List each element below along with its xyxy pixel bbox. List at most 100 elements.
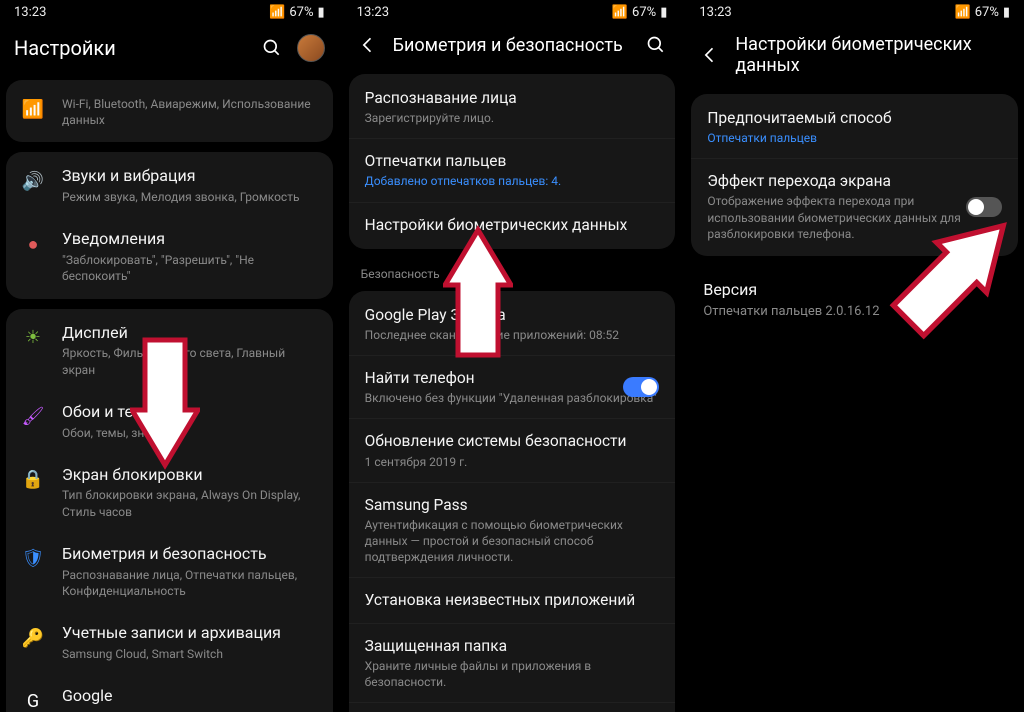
settings-item[interactable]: Найти телефон Включено без функции "Удал… (349, 355, 676, 418)
status-right: 📶 67% ▮ (612, 5, 667, 20)
item-title: Биометрия и безопасность (62, 544, 319, 565)
group-display-security: ☀ Дисплей Яркость, Фильтр синего света, … (6, 309, 333, 712)
settings-item[interactable]: ● Уведомления "Заблокировать", "Разрешит… (6, 217, 333, 296)
item-title: Уведомления (62, 229, 319, 250)
status-time: 13:23 (14, 5, 46, 20)
signal-icon: 📶 (269, 5, 285, 20)
header: Настройки (0, 24, 339, 76)
settings-item[interactable]: Шифрование SD-карты SD-карта не вставлен… (349, 702, 676, 712)
group-sounds-notifs: 🔊 Звуки и вибрация Режим звука, Мелодия … (6, 152, 333, 298)
item-sub: Тип блокировки экрана, Always On Display… (62, 487, 319, 519)
back-icon[interactable] (699, 44, 721, 66)
item-title: Google (62, 686, 319, 707)
status-right: 📶 67% ▮ (955, 5, 1010, 20)
item-icon: G (20, 688, 46, 712)
item-sub: Обои, темы, значки (62, 425, 319, 441)
page-title: Настройки (14, 36, 247, 60)
item-sub: Samsung Cloud, Smart Switch (62, 646, 319, 662)
item-title: Дисплей (62, 323, 319, 344)
settings-item[interactable]: Samsung Pass Аутентификация с помощью би… (349, 482, 676, 578)
section-label-security: Безопасность (343, 259, 682, 287)
settings-item[interactable]: 🖌 Обои и темы Обои, темы, значки (6, 390, 333, 453)
item-sub: Последнее сканирование приложений: 08:52 (365, 327, 660, 343)
item-sub: Распознавание лица, Отпечатки пальцев, К… (62, 567, 319, 599)
settings-item[interactable]: 🛡 Биометрия и безопасность Распознавание… (6, 532, 333, 611)
search-icon[interactable] (261, 37, 283, 59)
settings-item[interactable]: Google Play Защита Последнее сканировани… (349, 293, 676, 355)
header: Настройки биометрических данных (685, 24, 1024, 90)
group-preferences: Предпочитаемый способ Отпечатки пальцев … (691, 94, 1018, 256)
settings-item[interactable]: Отпечатки пальцев Добавлено отпечатков п… (349, 138, 676, 201)
item-sub: Wi-Fi, Bluetooth, Авиарежим, Использован… (62, 96, 319, 128)
item-sub: "Заблокировать", "Разрешить", "Не беспок… (62, 252, 319, 284)
back-icon[interactable] (357, 34, 379, 56)
item-title: Установка неизвестных приложений (365, 590, 660, 610)
item-icon: 🔒 (20, 467, 46, 493)
settings-item[interactable]: Защищенная папка Храните личные файлы и … (349, 623, 676, 703)
item-sub: Добавлено отпечатков пальцев: 4. (365, 173, 660, 189)
signal-icon: 📶 (955, 5, 971, 20)
item-title: Эффект перехода экрана (707, 171, 1002, 191)
item-title: Настройки биометрических данных (365, 215, 660, 235)
battery-icon: ▮ (318, 5, 325, 20)
item-title: Google Play Защита (365, 305, 660, 325)
item-icon: 🔑 (20, 625, 46, 651)
settings-item[interactable]: Распознавание лица Зарегистрируйте лицо. (349, 76, 676, 138)
signal-icon: 📶 (612, 5, 628, 20)
group-security: Google Play Защита Последнее сканировани… (349, 291, 676, 712)
item-sub: 1 сентября 2019 г. (365, 454, 660, 470)
item-sub: Включено без функции "Удаленная разблоки… (365, 390, 660, 406)
item-title: Версия (703, 280, 1006, 301)
status-bar: 13:23 📶 67% ▮ (343, 0, 682, 24)
toggle-switch[interactable] (623, 377, 659, 397)
item-title: Samsung Pass (365, 495, 660, 515)
item-title: Защищенная папка (365, 636, 660, 656)
item-title: Найти телефон (365, 368, 660, 388)
header: Биометрия и безопасность (343, 24, 682, 70)
item-version: Версия Отпечатки пальцев 2.0.16.12 (685, 266, 1024, 334)
item-icon: ● (20, 231, 46, 257)
content: Распознавание лица Зарегистрируйте лицо.… (343, 70, 682, 712)
item-icon: 🔊 (20, 168, 46, 194)
search-icon[interactable] (645, 34, 667, 56)
status-right: 📶 67% ▮ (269, 5, 324, 20)
item-sub: Отпечатки пальцев (707, 130, 1002, 146)
item-connections[interactable]: 📶 Wi-Fi, Bluetooth, Авиарежим, Использов… (6, 82, 333, 140)
item-icon: 🖌 (20, 404, 46, 430)
settings-item[interactable]: Обновление системы безопасности 1 сентяб… (349, 418, 676, 481)
settings-item[interactable]: G Google Настройки Google (6, 674, 333, 712)
item-sub: Режим звука, Мелодия звонка, Громкость (62, 189, 319, 205)
item-title: Учетные записи и архивация (62, 623, 319, 644)
wifi-icon: 📶 (20, 96, 46, 122)
item-sub: Отпечатки пальцев 2.0.16.12 (703, 303, 1006, 321)
settings-item[interactable]: Настройки биометрических данных (349, 202, 676, 247)
item-icon: ☀ (20, 325, 46, 351)
status-bar: 13:23 📶 67% ▮ (685, 0, 1024, 24)
item-title: Звуки и вибрация (62, 166, 319, 187)
settings-item[interactable]: ☀ Дисплей Яркость, Фильтр синего света, … (6, 311, 333, 390)
item-title: Предпочитаемый способ (707, 108, 1002, 128)
item-sub: Аутентификация с помощью биометрических … (365, 517, 660, 566)
phone-1-settings: 13:23 📶 67% ▮ Настройки 📶 Wi-Fi, Bluetoo… (0, 0, 339, 712)
item-title: Распознавание лица (365, 88, 660, 108)
item-title: Обои и темы (62, 402, 319, 423)
content: 📶 Wi-Fi, Bluetooth, Авиарежим, Использов… (0, 76, 339, 712)
settings-item[interactable]: 🔒 Экран блокировки Тип блокировки экрана… (6, 453, 333, 532)
settings-item[interactable]: 🔊 Звуки и вибрация Режим звука, Мелодия … (6, 154, 333, 217)
phone-3-biometric-settings: 13:23 📶 67% ▮ Настройки биометрических д… (685, 0, 1024, 712)
status-time: 13:23 (357, 5, 389, 20)
item-sub: Храните личные файлы и приложения в безо… (365, 658, 660, 690)
battery-text: 67% (632, 5, 656, 20)
settings-item[interactable]: Установка неизвестных приложений (349, 577, 676, 622)
item-title: Экран блокировки (62, 465, 319, 486)
avatar[interactable] (297, 34, 325, 62)
battery-text: 67% (975, 5, 999, 20)
settings-item[interactable]: 🔑 Учетные записи и архивация Samsung Clo… (6, 611, 333, 674)
battery-text: 67% (289, 5, 313, 20)
settings-item[interactable]: Эффект перехода экрана Отображение эффек… (691, 158, 1018, 254)
item-sub: Отображение эффекта перехода при использ… (707, 193, 1002, 242)
content: Предпочитаемый способ Отпечатки пальцев … (685, 90, 1024, 712)
settings-item[interactable]: Предпочитаемый способ Отпечатки пальцев (691, 96, 1018, 158)
toggle-switch[interactable] (966, 197, 1002, 217)
status-bar: 13:23 📶 67% ▮ (0, 0, 339, 24)
